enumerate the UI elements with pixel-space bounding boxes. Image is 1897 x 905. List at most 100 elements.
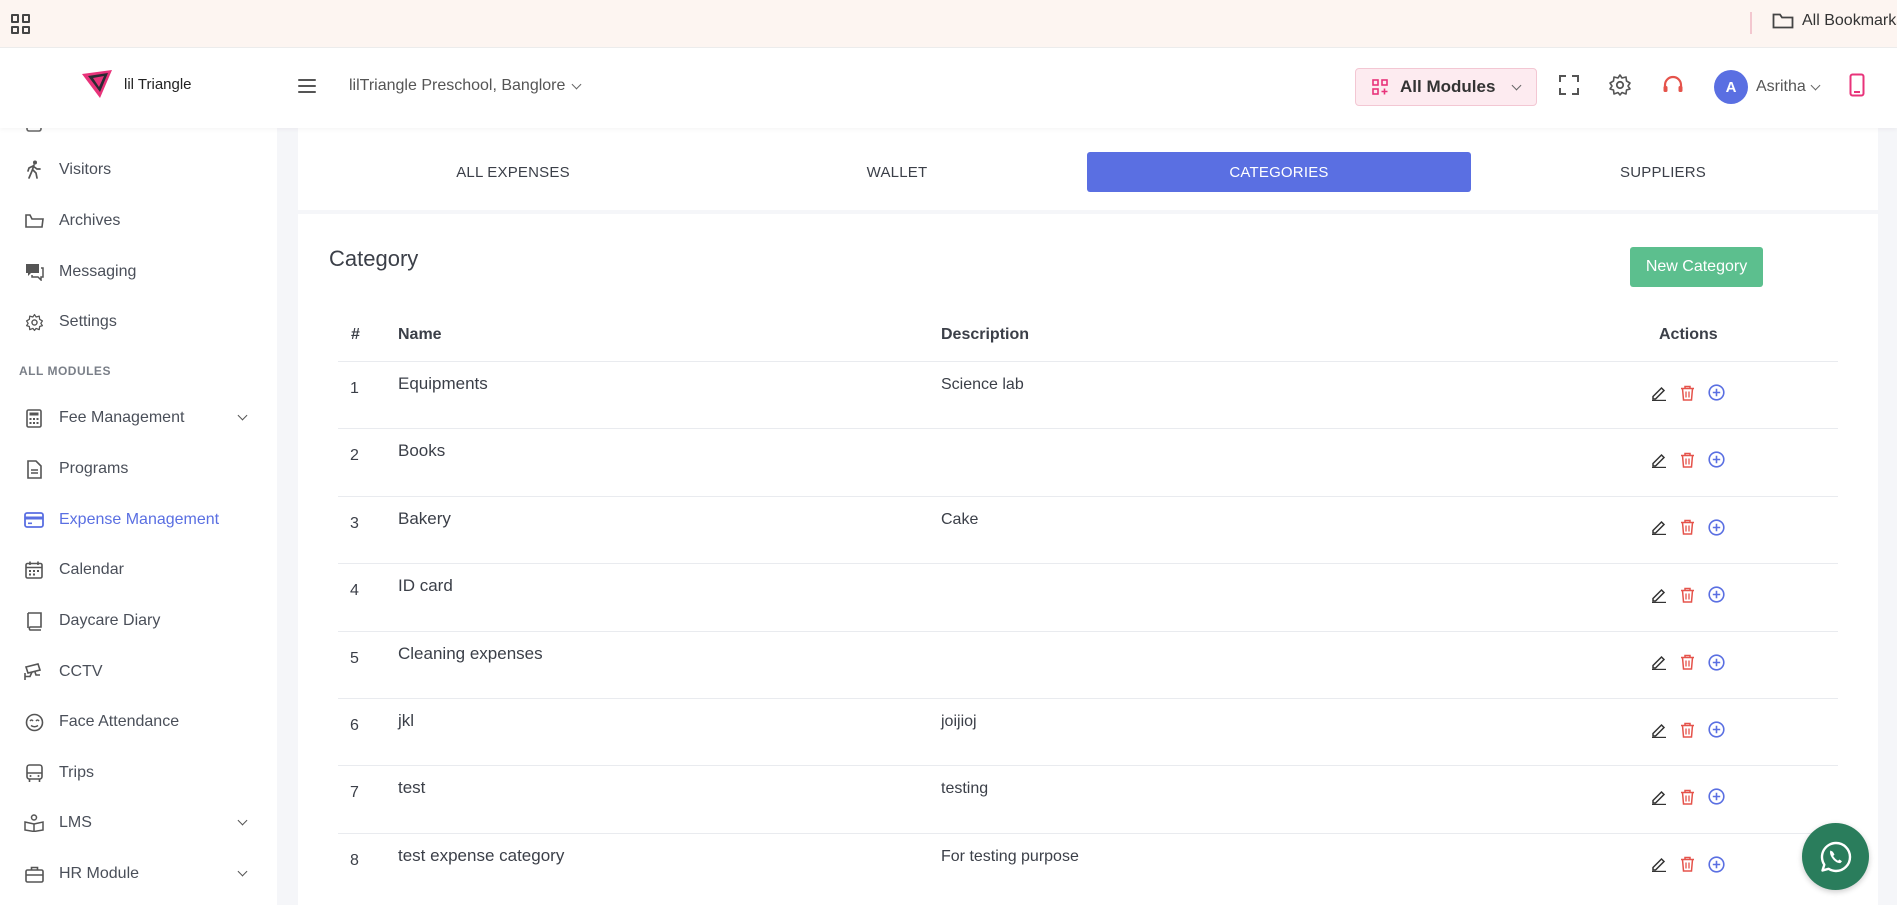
all-bookmarks-folder[interactable]: All Bookmarks — [1772, 12, 1897, 30]
camera-icon — [24, 662, 44, 682]
edit-icon[interactable] — [1650, 721, 1667, 738]
table-row: 6 jkl joijioj — [338, 698, 1838, 765]
row-number: 1 — [350, 380, 359, 397]
table-row: 2 Books — [338, 428, 1838, 495]
sidebar-item-label: LMS — [59, 814, 92, 831]
sidebar-item-fee-management[interactable]: Fee Management — [0, 398, 277, 438]
tab-wallet[interactable]: WALLET — [705, 152, 1089, 192]
sidebar-item-trips[interactable]: Trips — [0, 753, 277, 793]
sidebar-item-label: CCTV — [59, 663, 103, 680]
add-circle-icon[interactable] — [1708, 856, 1725, 873]
sidebar-item-label: Messaging — [59, 263, 137, 280]
tab-categories[interactable]: CATEGORIES — [1087, 152, 1471, 192]
gear-icon[interactable] — [1607, 72, 1633, 98]
row-actions — [1650, 788, 1725, 805]
trash-icon[interactable] — [1679, 856, 1696, 873]
row-number: 3 — [350, 514, 359, 532]
row-actions — [1650, 856, 1725, 873]
row-number: 7 — [350, 784, 359, 802]
chevron-down-icon — [1810, 80, 1821, 90]
chevron-down-icon — [571, 79, 582, 89]
sidebar-item-programs[interactable]: Programs — [0, 449, 277, 489]
category-name: test — [398, 778, 426, 798]
row-actions — [1650, 451, 1725, 468]
trash-icon[interactable] — [1679, 788, 1696, 805]
sidebar-item-label: Programs — [59, 460, 129, 477]
trash-icon[interactable] — [1679, 654, 1696, 671]
user-menu[interactable]: A Asritha — [1714, 70, 1821, 104]
category-description: Science lab — [941, 376, 1024, 393]
calendar-icon — [24, 560, 44, 580]
sidebar-item-lms[interactable]: LMS — [0, 803, 277, 843]
table-row: 4 ID card — [338, 563, 1838, 630]
sidebar-item-daycare-diary[interactable]: Daycare Diary — [0, 601, 277, 641]
chevron-down-icon — [237, 866, 248, 877]
logo-text: lil Triangle — [124, 75, 192, 93]
all-modules-label: All Modules — [1400, 77, 1496, 96]
row-number: 4 — [350, 582, 359, 600]
trash-icon[interactable] — [1679, 586, 1696, 603]
category-description: joijioj — [941, 713, 977, 730]
document-icon — [24, 459, 44, 479]
sidebar-item-visitors[interactable]: Visitors — [0, 150, 277, 190]
trash-icon[interactable] — [1679, 384, 1696, 401]
add-circle-icon[interactable] — [1708, 586, 1725, 603]
fullscreen-icon[interactable] — [1556, 72, 1582, 98]
edit-icon[interactable] — [1650, 451, 1667, 468]
add-circle-icon[interactable] — [1708, 653, 1725, 671]
trash-icon[interactable] — [1679, 721, 1696, 738]
add-circle-icon[interactable] — [1708, 519, 1725, 536]
sidebar-item-label: Daycare Diary — [59, 612, 161, 629]
edit-icon[interactable] — [1650, 519, 1667, 536]
edit-icon[interactable] — [1650, 856, 1667, 873]
category-name: test expense category — [398, 845, 565, 865]
sidebar-item-cctv[interactable]: CCTV — [0, 652, 277, 692]
bookmarks-bar: All Bookmarks — [0, 0, 1897, 48]
trash-icon[interactable] — [1679, 451, 1696, 468]
edit-icon[interactable] — [1650, 384, 1667, 401]
add-circle-icon[interactable] — [1708, 788, 1725, 805]
edit-icon[interactable] — [1650, 586, 1667, 603]
sidebar-item-archives[interactable]: Archives — [0, 201, 277, 241]
folder-icon — [24, 211, 44, 231]
mobile-phone-icon[interactable] — [1844, 72, 1870, 98]
sidebar-item-hr-module[interactable]: HR Module — [0, 854, 277, 894]
logo[interactable]: lil Triangle — [80, 68, 192, 100]
all-modules-section-label: ALL MODULES — [19, 364, 111, 378]
category-name: ID card — [398, 576, 453, 596]
sidebar-item-settings[interactable]: Settings — [0, 302, 277, 342]
all-modules-button[interactable]: All Modules — [1355, 68, 1537, 106]
whatsapp-chat-button[interactable] — [1802, 823, 1869, 890]
row-number: 8 — [350, 851, 359, 869]
sidebar-item-label: Calendar — [59, 561, 124, 578]
sidebar-item-messaging[interactable]: Messaging — [0, 252, 277, 292]
trash-icon[interactable] — [1679, 519, 1696, 536]
column-header-description: Description — [941, 326, 1030, 343]
add-circle-icon[interactable] — [1708, 721, 1725, 738]
row-actions — [1650, 721, 1725, 738]
apps-grid-icon[interactable] — [11, 14, 31, 34]
school-selector[interactable]: lilTriangle Preschool, Banglore — [349, 77, 582, 95]
headset-support-icon[interactable] — [1660, 72, 1686, 98]
briefcase-icon — [24, 864, 44, 884]
column-header-number: # — [351, 326, 360, 343]
new-category-button[interactable]: New Category — [1630, 247, 1763, 287]
tab-all-expenses[interactable]: ALL EXPENSES — [321, 152, 705, 192]
sidebar-item-expense-management[interactable]: Expense Management — [0, 500, 277, 540]
sidebar-item-label: Archives — [59, 212, 121, 229]
edit-icon[interactable] — [1650, 788, 1667, 805]
sidebar-item-face-attendance[interactable]: Face Attendance — [0, 702, 277, 742]
sidebar-item-calendar[interactable]: Calendar — [0, 550, 277, 590]
add-circle-icon[interactable] — [1708, 384, 1725, 401]
row-number: 2 — [350, 447, 359, 465]
hamburger-menu-icon[interactable] — [298, 79, 316, 93]
walking-person-icon — [24, 160, 44, 180]
add-circle-icon[interactable] — [1708, 451, 1725, 468]
row-number: 6 — [350, 717, 359, 734]
table-row: 7 test testing — [338, 765, 1838, 832]
edit-icon[interactable] — [1650, 654, 1667, 671]
sidebar-item-hidden-above[interactable] — [0, 128, 277, 144]
sidebar-item-label: Expense Management — [59, 511, 220, 528]
whatsapp-icon — [1820, 841, 1851, 872]
tab-suppliers[interactable]: SUPPLIERS — [1471, 152, 1855, 192]
